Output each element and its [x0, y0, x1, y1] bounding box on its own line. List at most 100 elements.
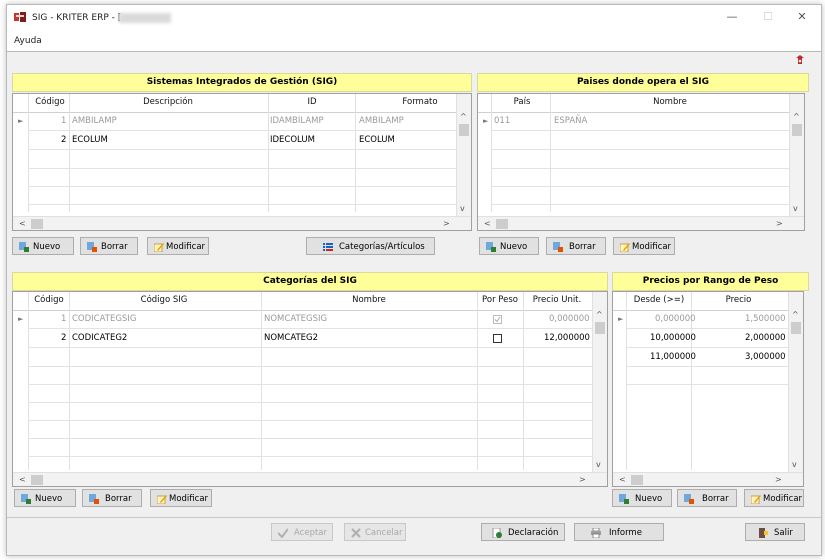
sig-nuevo-button[interactable]: Nuevo [12, 237, 74, 255]
table-cell[interactable]: 10,000000 [650, 333, 696, 343]
categorias-grid[interactable]: Código Código SIG Nombre Por Peso Precio… [12, 291, 608, 487]
col-descripcion[interactable]: Descripción [69, 97, 267, 107]
table-cell[interactable]: IDAMBILAMP [270, 116, 324, 126]
table-cell[interactable]: AMBILAMP [72, 116, 117, 126]
sig-hscroll[interactable]: < > [13, 216, 471, 230]
categorias-articulos-button[interactable]: Categorías/Artículos [306, 237, 435, 255]
categorias-borrar-button[interactable]: Borrar [82, 489, 142, 507]
paises-vscroll[interactable]: ^ v [789, 94, 804, 216]
col-pais[interactable]: País [492, 97, 552, 107]
scroll-down-icon[interactable]: v [596, 460, 601, 469]
button-label: Categorías/Artículos [339, 242, 425, 252]
table-cell[interactable]: 12,000000 [544, 333, 590, 343]
table-cell[interactable]: 2 [61, 333, 66, 343]
col-codigo-sig[interactable]: Código SIG [69, 295, 259, 305]
table-cell[interactable]: 11,000000 [650, 352, 696, 362]
menu-ayuda[interactable]: Ayuda [14, 36, 42, 46]
scroll-left-icon[interactable]: < [484, 219, 491, 228]
sig-vscroll[interactable]: ^ v [456, 94, 471, 216]
categorias-hscroll[interactable]: < > [13, 472, 607, 486]
paises-nuevo-button[interactable]: Nuevo [479, 237, 539, 255]
table-cell[interactable]: 2,000000 [745, 333, 786, 343]
paises-grid[interactable]: País Nombre ► 011 ESPAÑA ^ v < > [477, 93, 805, 231]
table-cell[interactable]: 1,500000 [745, 314, 786, 324]
table-cell[interactable]: AMBILAMP [359, 116, 404, 126]
precios-hscroll[interactable]: < > [613, 472, 803, 486]
precios-grid[interactable]: Desde (>=) Precio ► 0,000000 1,500000 10… [612, 291, 804, 487]
col-nombre[interactable]: Nombre [550, 97, 790, 107]
scroll-down-icon[interactable]: v [460, 204, 465, 213]
paises-borrar-button[interactable]: Borrar [546, 237, 606, 255]
table-cell[interactable]: ECOLUM [72, 135, 108, 145]
sig-panel-title: Sistemas Integrados de Gestión (SIG) [12, 73, 472, 92]
edit-icon [157, 495, 167, 504]
table-cell[interactable]: 011 [494, 116, 510, 126]
scroll-up-icon[interactable]: ^ [792, 310, 799, 319]
table-cell[interactable]: IDECOLUM [270, 135, 315, 145]
edit-icon [751, 495, 761, 504]
scroll-left-icon[interactable]: < [619, 475, 626, 484]
informe-button[interactable]: Informe [574, 523, 664, 541]
paises-modificar-button[interactable]: Modificar [613, 237, 675, 255]
table-cell[interactable]: 1 [61, 116, 66, 126]
edit-icon [154, 243, 164, 252]
declaracion-button[interactable]: Declaración [481, 523, 565, 541]
col-nombre[interactable]: Nombre [261, 295, 477, 305]
precios-borrar-button[interactable]: Borrar [677, 489, 737, 507]
scroll-up-icon[interactable]: ^ [460, 112, 467, 121]
precios-nuevo-button[interactable]: Nuevo [612, 489, 672, 507]
por-peso-checkbox[interactable] [493, 334, 502, 343]
table-cell[interactable]: NOMCATEGSIG [264, 314, 327, 324]
col-por-peso[interactable]: Por Peso [477, 295, 523, 305]
col-codigo[interactable]: Código [35, 97, 65, 107]
scroll-down-icon[interactable]: v [793, 204, 798, 213]
categorias-vscroll[interactable]: ^ v [592, 292, 607, 472]
por-peso-checkbox[interactable] [493, 315, 502, 324]
col-id[interactable]: ID [268, 97, 356, 107]
scroll-up-icon[interactable]: ^ [793, 112, 800, 121]
close-icon[interactable]: ✕ [791, 9, 813, 25]
help-icon[interactable] [793, 54, 807, 66]
cancelar-button[interactable]: Cancelar [344, 523, 406, 541]
table-cell[interactable]: ESPAÑA [554, 116, 587, 126]
sig-modificar-button[interactable]: Modificar [147, 237, 209, 255]
aceptar-button[interactable]: Aceptar [271, 523, 333, 541]
sig-grid[interactable]: Código Descripción ID Formato ► 1 AMBILA… [12, 93, 472, 231]
scroll-right-icon[interactable]: > [579, 475, 586, 484]
scroll-up-icon[interactable]: ^ [596, 310, 603, 319]
button-label: Aceptar [294, 528, 327, 538]
table-cell[interactable]: 1 [61, 314, 66, 324]
scroll-right-icon[interactable]: > [775, 475, 782, 484]
scroll-down-icon[interactable]: v [792, 460, 797, 469]
scroll-left-icon[interactable]: < [19, 219, 26, 228]
paises-hscroll[interactable]: < > [478, 216, 804, 230]
table-cell[interactable]: ECOLUM [359, 135, 395, 145]
table-cell[interactable]: 0,000000 [655, 314, 696, 324]
row-selector-icon: ► [18, 315, 24, 323]
scroll-right-icon[interactable]: > [443, 219, 450, 228]
col-precio[interactable]: Precio [691, 295, 786, 305]
table-cell[interactable]: 0,000000 [549, 314, 590, 324]
minimize-icon[interactable]: — [721, 9, 743, 25]
scroll-right-icon[interactable]: > [776, 219, 783, 228]
col-codigo[interactable]: Código [33, 295, 65, 305]
maximize-icon[interactable]: ☐ [757, 9, 779, 25]
scroll-left-icon[interactable]: < [19, 475, 26, 484]
table-cell[interactable]: 2 [61, 135, 66, 145]
salir-button[interactable]: Salir [745, 523, 805, 541]
sig-borrar-button[interactable]: Borrar [80, 237, 138, 255]
button-label: Modificar [166, 242, 206, 252]
table-cell[interactable]: NOMCATEG2 [264, 333, 318, 343]
categorias-modificar-button[interactable]: Modificar [150, 489, 212, 507]
paises-panel-title: Paises donde opera el SIG [477, 73, 809, 92]
categorias-nuevo-button[interactable]: Nuevo [14, 489, 76, 507]
col-desde[interactable]: Desde (>=) [627, 295, 691, 305]
col-precio-unit[interactable]: Precio Unit. [523, 295, 591, 305]
precios-modificar-button[interactable]: Modificar [744, 489, 804, 507]
button-label: Borrar [105, 494, 132, 504]
menu-bar: Ayuda [7, 31, 821, 51]
table-cell[interactable]: CODICATEGSIG [72, 314, 136, 324]
table-cell[interactable]: CODICATEG2 [72, 333, 127, 343]
table-cell[interactable]: 3,000000 [745, 352, 786, 362]
precios-vscroll[interactable]: ^ v [788, 292, 803, 472]
